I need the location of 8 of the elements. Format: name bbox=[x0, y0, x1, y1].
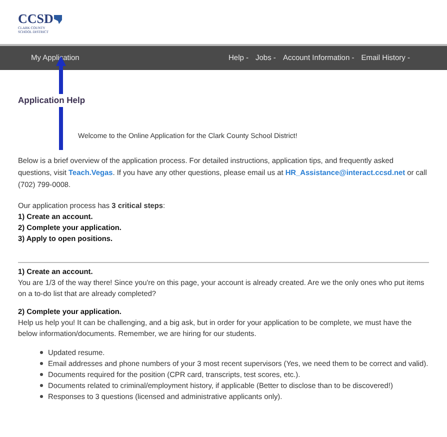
bullet-icon bbox=[40, 373, 43, 376]
bullet-icon bbox=[40, 384, 43, 388]
logo-wordmark: CCSD bbox=[18, 12, 54, 26]
state-shape-icon bbox=[54, 14, 62, 24]
page-title: Application Help bbox=[18, 94, 86, 107]
bullet-icon bbox=[40, 351, 43, 354]
bullet-icon bbox=[40, 362, 43, 366]
bullet-icon bbox=[40, 395, 43, 398]
